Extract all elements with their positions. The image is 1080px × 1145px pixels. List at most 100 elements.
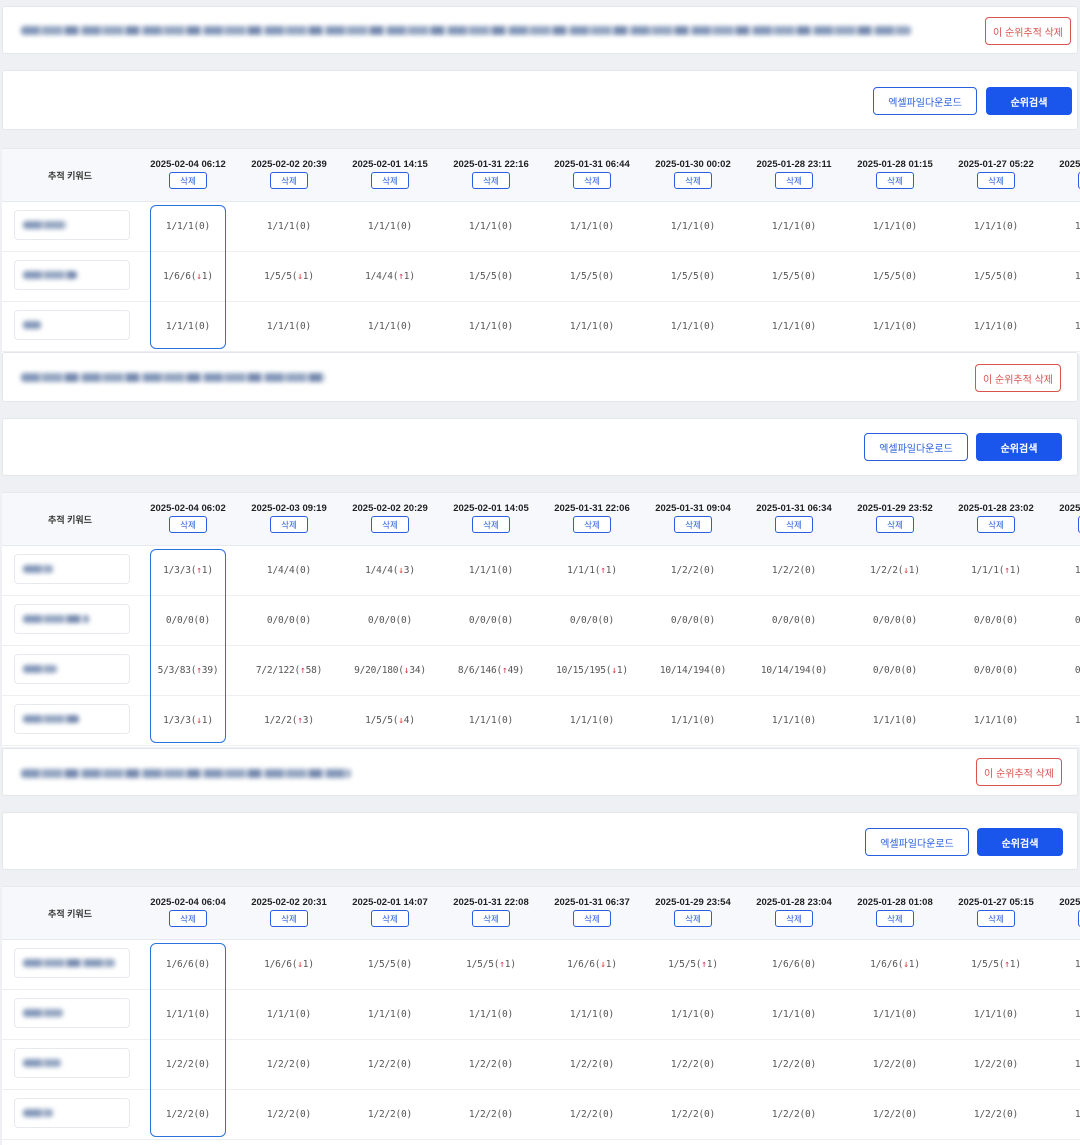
rank-cell: 1/1/1(0) — [973, 220, 1019, 232]
keyword-cell — [14, 310, 130, 340]
rank-cell: 1/5/5(0) — [468, 270, 514, 282]
rank-cell: 1/1/1(0) — [872, 714, 918, 726]
delete-date-button[interactable]: 삭제 — [775, 516, 813, 533]
delete-date-button[interactable]: 삭제 — [270, 516, 308, 533]
delete-date-button[interactable]: 삭제 — [371, 910, 409, 927]
delete-date-button[interactable]: 삭제 — [674, 172, 712, 189]
delete-date-button[interactable]: 삭제 — [371, 516, 409, 533]
table-row: 0/0/0(0) 0/0/0(0) 0/0/0(0) 0/0/0(0) 0/0/0(0)… — [2, 595, 1080, 646]
rank-cell: 1/1/1(0) — [468, 220, 514, 232]
rank-search-button[interactable]: 순위검색 — [977, 828, 1063, 856]
delete-date-button[interactable]: 삭제 — [371, 172, 409, 189]
rank-up-arrow-icon: ↑ — [297, 714, 303, 726]
date-label: 2025-01-26 00:00 — [1059, 897, 1080, 908]
delete-date-button[interactable]: 삭제 — [270, 910, 308, 927]
date-label: 2025-02-01 14:05 — [453, 503, 529, 514]
rank-cell: 0/0/0(0) — [872, 664, 918, 676]
delete-date-button[interactable]: 삭제 — [472, 910, 510, 927]
rank-up-arrow-icon: ↑ — [196, 664, 202, 676]
rank-cell: 1/5/5(0) — [973, 270, 1019, 282]
delete-date-button[interactable]: 삭제 — [169, 516, 207, 533]
delete-date-button[interactable]: 삭제 — [674, 516, 712, 533]
rank-cell: 1/1/1(0) — [872, 1008, 918, 1020]
rank-search-button[interactable]: 순위검색 — [986, 87, 1072, 115]
rank-cell: 1/2/2(↑ 3) — [264, 714, 314, 726]
excel-download-button[interactable]: 엑셀파일다운로드 — [864, 433, 968, 461]
delete-date-button[interactable]: 삭제 — [573, 172, 611, 189]
table-row: 1/6/6(0) 1/6/6(↓ 1) 1/5/5(0) 1/5/5(↑ 1) 1/6/6(… — [2, 939, 1080, 990]
rank-cell: 1/1/1(0) — [1074, 320, 1080, 332]
rank-cell: 1/1/1(0) — [670, 220, 716, 232]
date-column-header: 2025-02-04 06:12 삭제 — [138, 149, 238, 201]
blurred-keyword — [23, 1059, 61, 1067]
date-label: 2025-01-29 23:52 — [857, 503, 933, 514]
date-column-header: 2025-01-27 05:15 삭제 — [946, 887, 1046, 939]
delete-date-button[interactable]: 삭제 — [977, 172, 1015, 189]
rank-cell: 1/2/2(0) — [771, 564, 817, 576]
table-row: 1/2/2(0) 1/2/2(0) 1/2/2(0) 1/2/2(0) 1/2/2(0)… — [2, 1039, 1080, 1090]
rank-cell: 10/14/194(0) — [760, 664, 828, 676]
blurred-tracking-url — [21, 769, 351, 778]
delete-date-button[interactable]: 삭제 — [573, 910, 611, 927]
rank-cell: 1/2/2(0) — [771, 1058, 817, 1070]
rank-cell: 1/1/1(0) — [468, 714, 514, 726]
toolbar-1: 엑셀파일다운로드 순위검색 — [2, 70, 1078, 130]
excel-download-button[interactable]: 엑셀파일다운로드 — [873, 87, 977, 115]
table-row: 1/1/1(0) 1/1/1(0) 1/1/1(0) 1/1/1(0) 1/1/1(0)… — [2, 301, 1080, 352]
date-label: 2025-01-29 23:54 — [655, 897, 731, 908]
delete-date-button[interactable]: 삭제 — [270, 172, 308, 189]
rank-down-arrow-icon: ↓ — [398, 564, 404, 576]
delete-date-button[interactable]: 삭제 — [977, 910, 1015, 927]
rank-down-arrow-icon: ↓ — [196, 714, 202, 726]
delete-date-button[interactable]: 삭제 — [876, 172, 914, 189]
date-column-header: 2025-01-31 22:16 삭제 — [441, 149, 541, 201]
delete-date-button[interactable]: 삭제 — [472, 516, 510, 533]
date-column-header: 2025-01-26 00:00삭제 — [1047, 887, 1080, 939]
delete-date-button[interactable]: 삭제 — [876, 910, 914, 927]
rank-cell: 1/4/4(↓ 3) — [365, 564, 415, 576]
rank-up-arrow-icon: ↑ — [499, 958, 505, 970]
date-column-header: 2025-01-28 00:00삭제 — [1047, 493, 1080, 545]
rank-up-arrow-icon: ↑ — [1004, 564, 1010, 576]
delete-tracking-button[interactable]: 이 순위추적 삭제 — [976, 758, 1062, 786]
blurred-keyword — [23, 615, 89, 623]
rank-search-button[interactable]: 순위검색 — [976, 433, 1062, 461]
rank-down-arrow-icon: ↓ — [196, 270, 202, 282]
delete-date-button[interactable]: 삭제 — [169, 910, 207, 927]
blurred-keyword — [23, 321, 41, 329]
rank-cell: 1/6/6(0) — [771, 958, 817, 970]
blurred-keyword — [23, 1009, 63, 1017]
rank-cell: 1/1/1(0) — [973, 1008, 1019, 1020]
rank-cell: 1/1/1(0) — [771, 320, 817, 332]
rank-cell: 1/6/6(↓ 1) — [264, 958, 314, 970]
blurred-tracking-url — [21, 26, 911, 35]
delete-date-button[interactable]: 삭제 — [674, 910, 712, 927]
rank-cell: 0/0/0(0) — [973, 664, 1019, 676]
delete-date-button[interactable]: 삭제 — [573, 516, 611, 533]
rank-cell: 1/2/2(0) — [165, 1108, 211, 1120]
rank-down-arrow-icon: ↓ — [297, 958, 303, 970]
delete-tracking-button[interactable]: 이 순위추적 삭제 — [975, 364, 1061, 392]
delete-tracking-button[interactable]: 이 순위추적 삭제 — [985, 17, 1071, 45]
date-label: 2025-01-31 06:37 — [554, 897, 630, 908]
date-column-header: 2025-02-02 20:29 삭제 — [340, 493, 440, 545]
delete-date-button[interactable]: 삭제 — [876, 516, 914, 533]
rank-cell: 1/1/1(0) — [1074, 220, 1080, 232]
delete-date-button[interactable]: 삭제 — [775, 910, 813, 927]
date-column-header: 2025-02-01 14:07 삭제 — [340, 887, 440, 939]
delete-date-button[interactable]: 삭제 — [775, 172, 813, 189]
date-column-header: 2025-01-29 23:52 삭제 — [845, 493, 945, 545]
excel-download-button[interactable]: 엑셀파일다운로드 — [865, 828, 969, 856]
rank-up-arrow-icon: ↑ — [196, 564, 202, 576]
rank-cell: 1/1/1(0) — [1074, 714, 1080, 726]
delete-date-button[interactable]: 삭제 — [472, 172, 510, 189]
rank-cell: 1/2/2(0) — [569, 1058, 615, 1070]
rank-cell: 1/6/6(↓ 1) — [163, 270, 213, 282]
date-column-header: 2025-01-28 01:08 삭제 — [845, 887, 945, 939]
delete-date-button[interactable]: 삭제 — [977, 516, 1015, 533]
rank-down-arrow-icon: ↓ — [611, 664, 617, 676]
date-label: 2025-02-02 20:31 — [251, 897, 327, 908]
rank-cell: 1/1/1(0) — [468, 320, 514, 332]
date-label: 2025-01-28 00:00 — [1059, 503, 1080, 514]
delete-date-button[interactable]: 삭제 — [169, 172, 207, 189]
